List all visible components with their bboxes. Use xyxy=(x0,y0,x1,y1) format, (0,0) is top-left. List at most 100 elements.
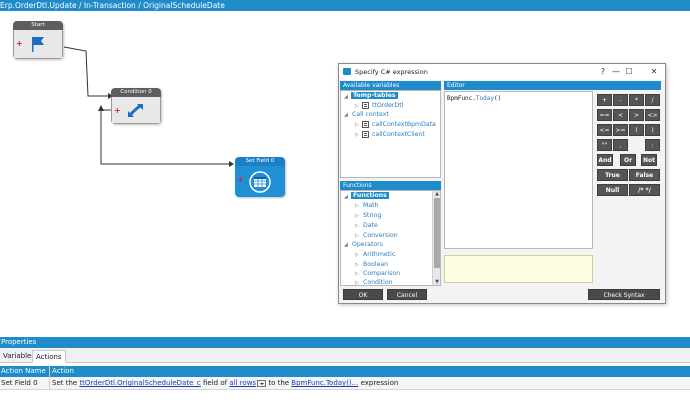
op-minus-button[interactable]: - xyxy=(613,94,628,106)
flag-icon xyxy=(32,37,44,52)
op-less-button[interactable]: < xyxy=(613,109,628,121)
scrollbar-thumb[interactable] xyxy=(434,198,440,268)
tree-item-call-context[interactable]: Call context xyxy=(352,111,389,118)
expand-icon[interactable]: ▷ xyxy=(355,262,359,268)
expand-icon[interactable]: ▷ xyxy=(355,103,359,109)
condition-arrows-icon xyxy=(127,103,143,118)
expression-link[interactable]: BpmFunc.Today()... xyxy=(291,379,358,387)
op-close-paren-button[interactable]: ) xyxy=(645,124,660,136)
rows-link[interactable]: all rows xyxy=(229,379,256,387)
app-icon xyxy=(343,68,351,75)
tree-item-temp-tables[interactable]: Temp-tables xyxy=(351,92,398,99)
action-text-pre: Set the xyxy=(52,379,80,387)
tree-item-conversion[interactable]: Conversion xyxy=(363,232,398,239)
functions-scrollbar[interactable]: ▲ ▼ xyxy=(432,191,440,285)
table-edit-icon xyxy=(249,170,271,193)
tree-item-string[interactable]: String xyxy=(363,212,381,219)
scroll-up-icon[interactable]: ▲ xyxy=(433,191,440,197)
close-icon[interactable]: ✕ xyxy=(648,66,660,78)
properties-empty-area xyxy=(0,390,690,417)
functions-pane-header: Functions xyxy=(340,181,441,190)
start-node[interactable]: Start + xyxy=(13,21,63,59)
rows-dropdown-icon[interactable] xyxy=(257,379,267,387)
scroll-down-icon[interactable]: ▼ xyxy=(433,279,440,285)
properties-tabs: Variables Actions xyxy=(0,348,690,363)
collapse-icon[interactable]: ◢ xyxy=(344,94,348,100)
tree-item-callcontextclient[interactable]: callContextClient xyxy=(372,131,425,138)
op-quotes-button[interactable]: "" xyxy=(597,139,612,151)
action-text-post: expression xyxy=(358,379,399,387)
help-icon[interactable]: ? xyxy=(597,66,609,78)
dialog-title: Specify C# expression xyxy=(355,68,428,76)
expand-icon[interactable]: ▷ xyxy=(355,233,359,239)
add-icon[interactable]: + xyxy=(16,40,23,48)
op-and-button[interactable]: And xyxy=(597,154,613,166)
expression-editor[interactable]: BpmFunc.Today() xyxy=(444,91,593,249)
op-plus-button[interactable]: + xyxy=(597,94,612,106)
op-greater-button[interactable]: > xyxy=(629,109,644,121)
set-field-node[interactable]: Set Field 0 + xyxy=(235,157,285,197)
op-multiply-button[interactable]: * xyxy=(629,94,644,106)
action-text-mid2: to the xyxy=(266,379,292,387)
functions-tree: ◢ Functions ▷ Math ▷ String ▷ Date ▷ Con… xyxy=(340,190,441,286)
op-colon-button[interactable]: : xyxy=(645,139,660,151)
tree-item-comparison[interactable]: Comparison xyxy=(363,270,400,277)
table-icon xyxy=(362,121,369,128)
op-or-button[interactable]: Or xyxy=(620,154,636,166)
add-icon[interactable]: + xyxy=(237,176,244,184)
tree-item-date[interactable]: Date xyxy=(363,222,378,229)
op-comma-button[interactable]: , xyxy=(613,139,628,151)
collapse-icon[interactable]: ◢ xyxy=(344,242,348,248)
collapse-icon[interactable]: ◢ xyxy=(344,194,348,200)
tree-item-ttorderdtl[interactable]: ttOrderDtl xyxy=(372,102,403,109)
ok-button[interactable]: OK xyxy=(343,289,383,300)
tab-actions[interactable]: Actions xyxy=(32,350,66,363)
op-null-button[interactable]: Null xyxy=(597,184,628,196)
op-lessequal-button[interactable]: <= xyxy=(597,124,612,136)
op-divide-button[interactable]: / xyxy=(645,94,660,106)
expand-icon[interactable]: ▷ xyxy=(355,203,359,209)
expand-icon[interactable]: ▷ xyxy=(355,213,359,219)
expand-icon[interactable]: ▷ xyxy=(355,122,359,128)
op-comment-button[interactable]: /* */ xyxy=(629,184,660,196)
op-true-button[interactable]: True xyxy=(597,169,628,181)
tree-item-boolean[interactable]: Boolean xyxy=(363,261,388,268)
tree-item-callcontextbpmdata[interactable]: callContextBpmData xyxy=(372,121,436,128)
op-notequal-button[interactable]: <> xyxy=(645,109,660,121)
op-open-paren-button[interactable]: ( xyxy=(629,124,644,136)
properties-title: Properties xyxy=(1,338,37,346)
actions-table-header: Action Name Action xyxy=(0,366,690,377)
field-link[interactable]: ttOrderDtl.OriginalScheduleDate_c xyxy=(79,379,200,387)
editor-method-token: Today xyxy=(475,95,494,102)
action-name-cell: Set Field 0 xyxy=(1,379,38,387)
tree-item-operators[interactable]: Operators xyxy=(352,241,383,248)
expand-icon[interactable]: ▷ xyxy=(355,132,359,138)
expand-icon[interactable]: ▷ xyxy=(355,271,359,277)
expand-icon[interactable]: ▷ xyxy=(355,252,359,258)
cancel-button[interactable]: Cancel xyxy=(387,289,427,300)
check-syntax-button[interactable]: Check Syntax xyxy=(588,289,660,300)
tree-item-functions[interactable]: Functions xyxy=(351,192,389,199)
column-divider xyxy=(49,366,50,390)
dialog-titlebar[interactable]: Specify C# expression ? — ☐ ✕ xyxy=(339,64,665,80)
table-icon xyxy=(362,102,369,109)
action-text-mid1: field of xyxy=(200,379,230,387)
op-false-button[interactable]: False xyxy=(629,169,660,181)
op-equals-button[interactable]: == xyxy=(597,109,612,121)
column-header-action[interactable]: Action xyxy=(52,366,74,377)
tree-item-condition[interactable]: Condition xyxy=(363,279,393,285)
minimize-icon[interactable]: — xyxy=(610,66,622,78)
expand-icon[interactable]: ▷ xyxy=(355,280,359,285)
column-header-action-name[interactable]: Action Name xyxy=(1,366,46,377)
collapse-icon[interactable]: ◢ xyxy=(344,112,348,118)
add-icon[interactable]: + xyxy=(114,107,121,115)
tree-item-arithmetic[interactable]: Arithmetic xyxy=(363,251,395,258)
maximize-icon[interactable]: ☐ xyxy=(623,66,635,78)
table-row[interactable]: Set Field 0 Set the ttOrderDtl.OriginalS… xyxy=(0,377,690,390)
variables-tree: ◢ Temp-tables ▷ ttOrderDtl ◢ Call contex… xyxy=(340,90,441,178)
condition-node[interactable]: Condition 0 + xyxy=(111,88,161,124)
op-not-button[interactable]: Not xyxy=(641,154,657,166)
op-greaterequal-button[interactable]: >= xyxy=(613,124,628,136)
tree-item-math[interactable]: Math xyxy=(363,202,378,209)
expand-icon[interactable]: ▷ xyxy=(355,223,359,229)
